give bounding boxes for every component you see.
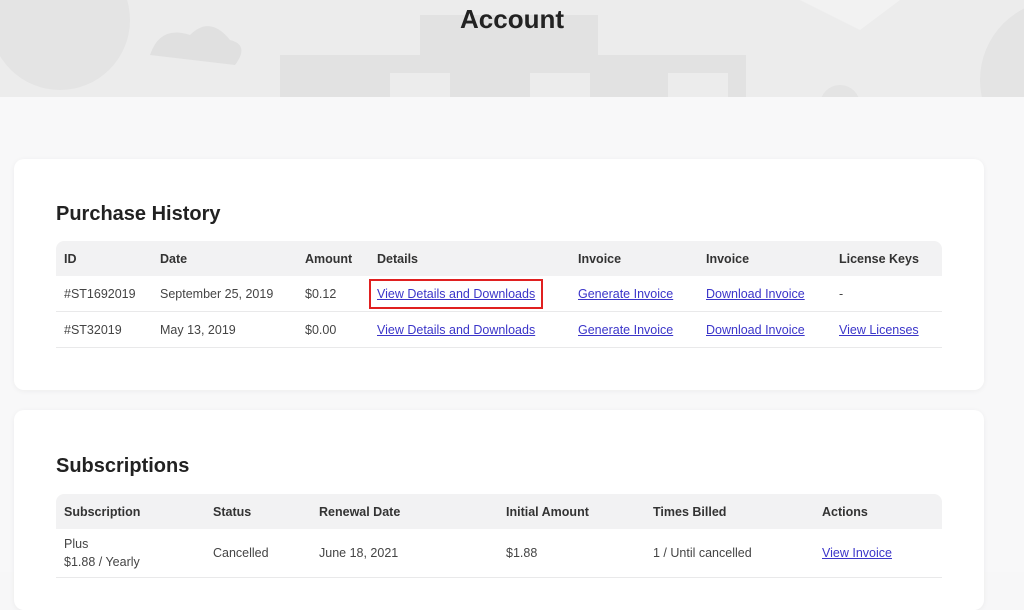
order-amount: $0.12: [297, 276, 369, 312]
table-row: Plus $1.88 / Yearly Cancelled June 18, 2…: [56, 529, 942, 578]
column-header-id: ID: [64, 251, 77, 266]
download-invoice-link[interactable]: Download Invoice: [706, 287, 805, 301]
subscriptions-table: Subscription Status Renewal Date Initial…: [56, 494, 942, 578]
view-details-link[interactable]: View Details and Downloads: [377, 323, 535, 337]
license-keys-cell: View Licenses: [831, 311, 942, 348]
details-cell: View Details and Downloads: [369, 311, 570, 348]
column-header-actions: Actions: [822, 504, 868, 519]
purchase-history-table: ID Date Amount Details Invoice Invoice L…: [56, 241, 942, 348]
purchase-history-title: Purchase History: [56, 203, 221, 225]
renewal-date: June 18, 2021: [311, 529, 498, 578]
view-details-link[interactable]: View Details and Downloads: [368, 278, 544, 309]
subscription-name: Plus: [64, 537, 89, 551]
column-header-license-keys: License Keys: [839, 251, 919, 266]
column-header-times-billed: Times Billed: [653, 504, 727, 519]
column-header-invoice-generate: Invoice: [578, 251, 622, 266]
order-date: September 25, 2019: [152, 276, 297, 312]
download-invoice-link[interactable]: Download Invoice: [706, 323, 805, 337]
subscription-cell: Plus $1.88 / Yearly: [56, 529, 205, 578]
download-invoice-cell: Download Invoice: [698, 311, 831, 348]
column-header-date: Date: [160, 251, 188, 266]
order-id: #ST32019: [56, 311, 152, 348]
subscriptions-card: Subscriptions Subscription Status Renewa…: [14, 410, 984, 610]
page-title: Account: [460, 4, 564, 34]
order-id: #ST1692019: [56, 276, 152, 312]
column-header-invoice-download: Invoice: [706, 251, 750, 266]
column-header-status: Status: [213, 504, 252, 519]
order-date: May 13, 2019: [152, 311, 297, 348]
column-header-subscription: Subscription: [64, 504, 141, 519]
view-invoice-link[interactable]: View Invoice: [822, 546, 892, 560]
purchase-history-card: Purchase History ID Date Amount Details …: [14, 159, 984, 390]
actions-cell: View Invoice: [814, 529, 942, 578]
order-amount: $0.00: [297, 311, 369, 348]
generate-invoice-cell: Generate Invoice: [570, 311, 698, 348]
generate-invoice-link[interactable]: Generate Invoice: [578, 323, 673, 337]
generate-invoice-link[interactable]: Generate Invoice: [578, 287, 673, 301]
times-billed: 1 / Until cancelled: [645, 529, 814, 578]
table-row: #ST32019 May 13, 2019 $0.00 View Details…: [56, 311, 942, 348]
download-invoice-cell: Download Invoice: [698, 276, 831, 312]
page-header-banner: Account: [0, 0, 1024, 97]
table-header-row: Subscription Status Renewal Date Initial…: [56, 494, 942, 529]
initial-amount: $1.88: [498, 529, 645, 578]
subscription-plan: $1.88 / Yearly: [64, 555, 140, 569]
subscriptions-title: Subscriptions: [56, 455, 190, 477]
table-header-row: ID Date Amount Details Invoice Invoice L…: [56, 241, 942, 276]
view-licenses-link[interactable]: View Licenses: [839, 323, 919, 337]
column-header-initial-amount: Initial Amount: [506, 504, 589, 519]
subscription-status: Cancelled: [205, 529, 311, 578]
license-keys-value: -: [831, 276, 942, 312]
column-header-renewal-date: Renewal Date: [319, 504, 401, 519]
column-header-details: Details: [377, 251, 418, 266]
details-cell: View Details and Downloads: [368, 276, 570, 312]
generate-invoice-cell: Generate Invoice: [570, 276, 698, 312]
table-row: #ST1692019 September 25, 2019 $0.12 View…: [56, 276, 942, 312]
column-header-amount: Amount: [305, 251, 353, 266]
